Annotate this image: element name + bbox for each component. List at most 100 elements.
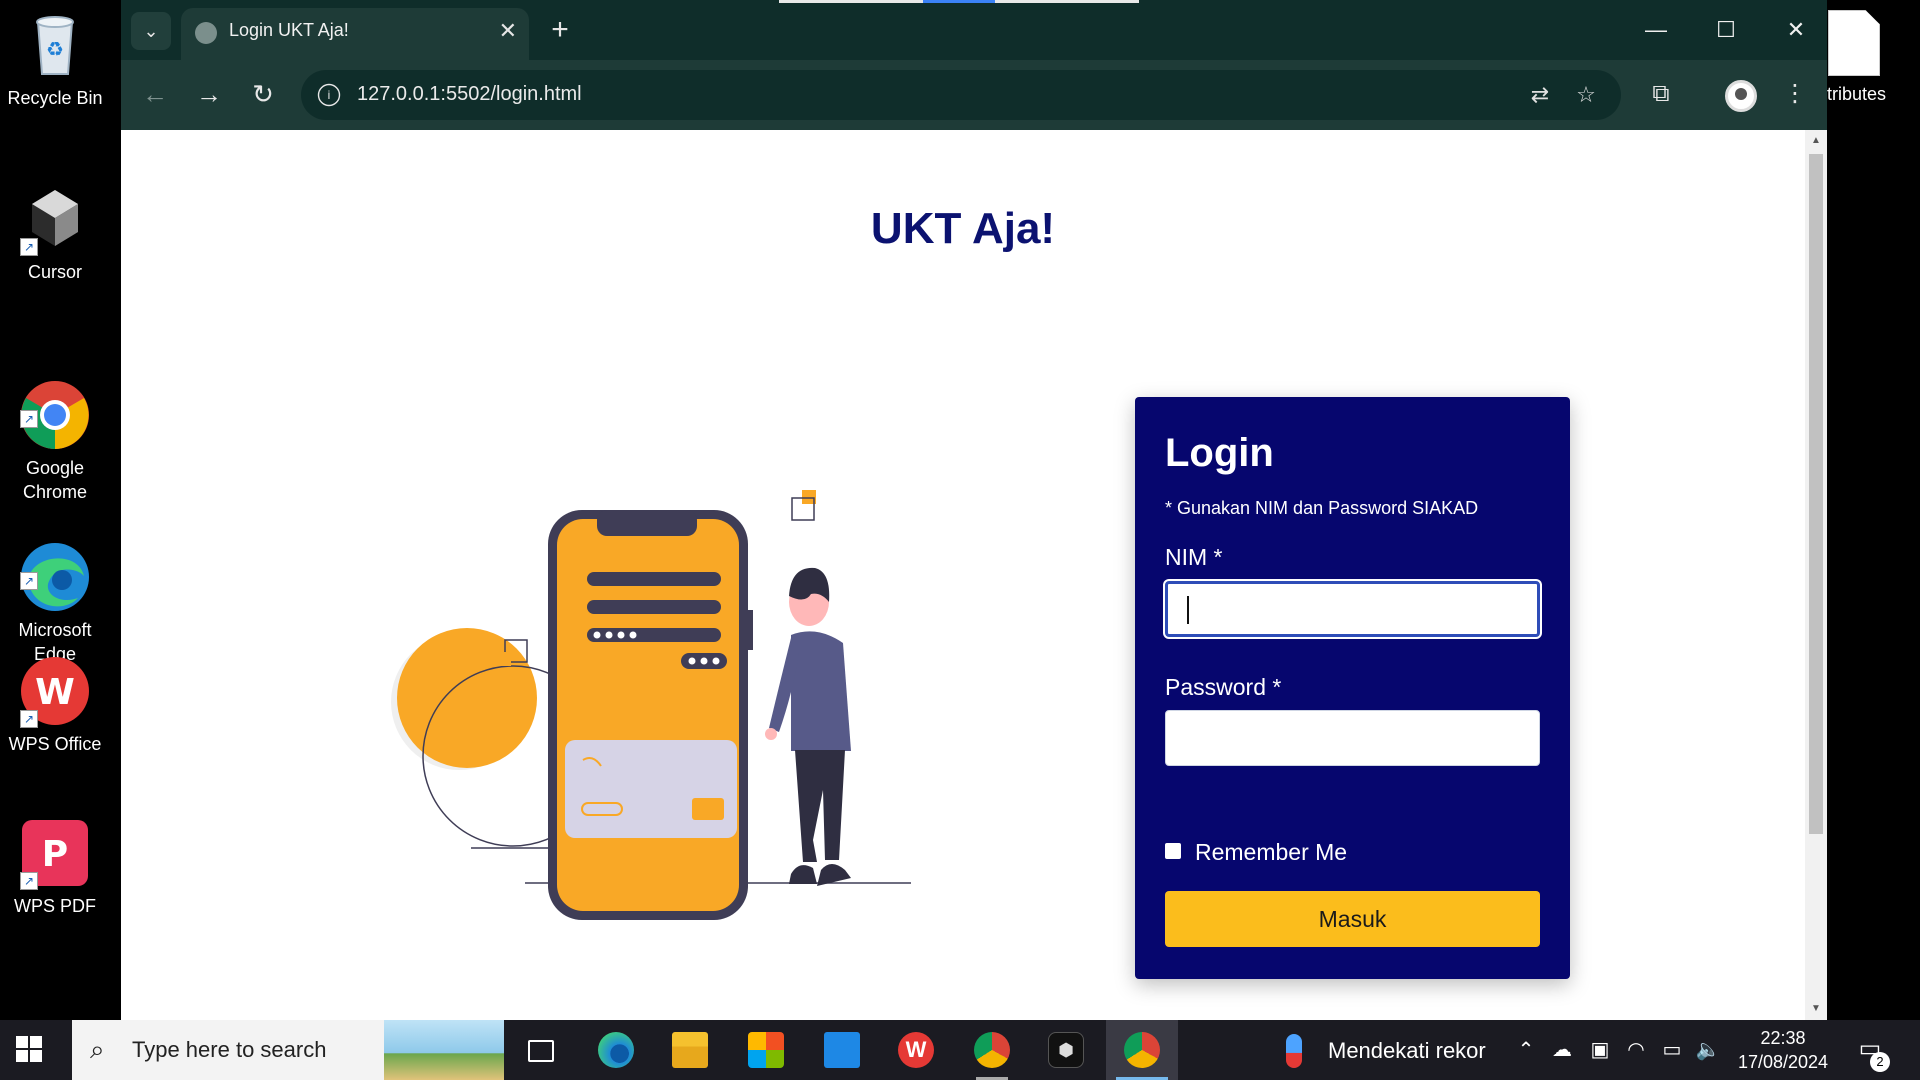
browser-window: ⌄ Login UKT Aja! ✕ + — ☐ ✕ ← → ↻ i 127.0… xyxy=(121,0,1827,1020)
shortcut-arrow-icon: ↗ xyxy=(20,872,38,890)
weather-text: Mendekati rekor xyxy=(1328,1038,1486,1063)
desktop-file-label: ttributes xyxy=(1822,84,1887,104)
back-button[interactable]: ← xyxy=(135,74,175,114)
windows-start-icon[interactable] xyxy=(16,1036,42,1062)
cursor-app-icon: ⬢ xyxy=(1048,1032,1084,1068)
desktop-icon-cursor[interactable]: ↗ Cursor xyxy=(0,182,110,284)
shortcut-arrow-icon: ↗ xyxy=(20,710,38,728)
chrome-icon xyxy=(974,1032,1010,1068)
desktop-icon-label: WPS Office xyxy=(8,734,102,754)
edge-icon: ↗ xyxy=(18,516,92,611)
meet-now-icon[interactable]: ▣ xyxy=(1586,1036,1614,1064)
tab-login-ukt-aja[interactable]: Login UKT Aja! ✕ xyxy=(181,8,529,60)
desktop-icon-label: Recycle Bin xyxy=(7,88,103,108)
page-title: UKT Aja! xyxy=(870,204,1056,253)
translate-icon[interactable]: ⇄ xyxy=(1525,80,1555,110)
bookmark-star-icon[interactable]: ☆ xyxy=(1571,80,1601,110)
scroll-up-icon[interactable]: ▲ xyxy=(1809,134,1823,148)
edge-icon xyxy=(598,1032,634,1068)
cursor-app-icon: ↗ xyxy=(18,182,92,256)
shortcut-arrow-icon: ↗ xyxy=(20,410,38,428)
wps-pdf-icon: P ↗ xyxy=(18,816,92,890)
battery-icon[interactable]: ▭ xyxy=(1658,1036,1686,1064)
taskbar-cursor[interactable]: ⬢ xyxy=(1030,1020,1102,1080)
taskbar-chrome[interactable] xyxy=(1106,1020,1178,1080)
page-scrollbar[interactable]: ▲ ▼ xyxy=(1805,130,1827,1020)
wifi-icon[interactable]: ◠ xyxy=(1622,1036,1650,1064)
nim-input[interactable] xyxy=(1165,581,1540,637)
shortcut-arrow-icon: ↗ xyxy=(20,572,38,590)
desktop-icon-wps-office[interactable]: W ↗ WPS Office xyxy=(0,654,110,756)
reload-button[interactable]: ↻ xyxy=(243,74,283,114)
address-bar[interactable]: i 127.0.0.1:5502/login.html ⇄ ☆ xyxy=(301,70,1621,120)
chrome-icon xyxy=(1124,1032,1160,1068)
taskbar-chrome-profile[interactable] xyxy=(956,1020,1028,1080)
browser-menu-icon[interactable]: ⋮ xyxy=(1775,74,1815,114)
taskbar-file-explorer[interactable] xyxy=(654,1020,726,1080)
desktop-icon-wps-pdf[interactable]: P ↗ WPS PDF xyxy=(0,816,110,918)
remember-me-label[interactable]: Remember Me xyxy=(1195,839,1347,866)
profile-avatar[interactable] xyxy=(1725,80,1757,112)
wps-office-icon: W xyxy=(898,1032,934,1068)
remember-me-checkbox[interactable] xyxy=(1165,843,1181,859)
taskbar-microsoft-store[interactable] xyxy=(730,1020,802,1080)
new-tab-button[interactable]: + xyxy=(541,12,579,50)
masuk-button[interactable]: Masuk xyxy=(1165,891,1540,947)
chevron-up-icon[interactable]: ⌃ xyxy=(1512,1036,1540,1064)
shortcut-arrow-icon: ↗ xyxy=(20,238,38,256)
notification-center-button[interactable]: ▭ 2 xyxy=(1852,1034,1890,1072)
volume-icon[interactable]: 🔈 xyxy=(1694,1036,1722,1064)
page-viewport: UKT Aja! Login * Gunakan NIM dan Passwor… xyxy=(121,130,1805,1020)
login-note: * Gunakan NIM dan Password SIAKAD xyxy=(1165,498,1479,518)
recycle-bin-icon: ♻ xyxy=(18,8,92,82)
extensions-icon[interactable]: ⧉ xyxy=(1641,74,1681,114)
login-illustration xyxy=(351,470,911,940)
browser-toolbar: ← → ↻ i 127.0.0.1:5502/login.html ⇄ ☆ ⧉ … xyxy=(121,60,1827,130)
tab-search-button[interactable]: ⌄ xyxy=(131,12,171,50)
password-label: Password * xyxy=(1165,674,1282,700)
maximize-button[interactable]: ☐ xyxy=(1696,10,1756,50)
store-icon xyxy=(748,1032,784,1068)
login-card: Login * Gunakan NIM dan Password SIAKAD … xyxy=(1135,397,1570,979)
loading-bar xyxy=(995,0,1139,3)
notification-count-badge: 2 xyxy=(1870,1052,1890,1072)
tab-bar: ⌄ Login UKT Aja! ✕ + — ☐ ✕ xyxy=(121,0,1827,60)
scroll-down-icon[interactable]: ▼ xyxy=(1809,1002,1823,1016)
taskbar-edge[interactable] xyxy=(580,1020,652,1080)
site-info-icon[interactable]: i xyxy=(317,83,341,107)
svg-text:W: W xyxy=(35,672,75,713)
chrome-icon: ↗ xyxy=(18,354,92,449)
mail-icon xyxy=(824,1032,860,1068)
globe-icon xyxy=(195,22,217,44)
search-highlight-image xyxy=(384,1020,504,1080)
clock-time: 22:38 xyxy=(1760,1028,1806,1048)
minimize-button[interactable]: — xyxy=(1626,10,1686,50)
file-icon[interactable] xyxy=(1828,10,1880,76)
close-tab-icon[interactable]: ✕ xyxy=(499,18,517,44)
taskbar: ⌕ Type here to search W ⬢ Mendekati reko… xyxy=(0,1020,1920,1080)
tab-title: Login UKT Aja! xyxy=(229,20,349,40)
search-placeholder: Type here to search xyxy=(132,1037,327,1062)
desktop-icon-label: WPS PDF xyxy=(13,896,96,916)
desktop-icon-label: Cursor xyxy=(27,262,82,282)
text-caret xyxy=(1187,596,1189,624)
password-input[interactable] xyxy=(1165,710,1540,766)
clock-date: 17/08/2024 xyxy=(1737,1052,1829,1072)
loading-bar xyxy=(779,0,923,3)
wps-office-icon: W ↗ xyxy=(18,654,92,728)
task-view-button[interactable] xyxy=(504,1020,576,1080)
taskbar-search-box[interactable]: ⌕ Type here to search xyxy=(72,1020,504,1080)
taskbar-mail[interactable] xyxy=(806,1020,878,1080)
task-view-icon xyxy=(528,1040,554,1062)
taskbar-wps-office[interactable]: W xyxy=(880,1020,952,1080)
folder-icon xyxy=(672,1032,708,1068)
nim-label: NIM * xyxy=(1165,544,1223,570)
onedrive-icon[interactable]: ☁ xyxy=(1548,1036,1576,1064)
forward-button[interactable]: → xyxy=(189,74,229,114)
svg-text:P: P xyxy=(42,834,68,875)
taskbar-clock[interactable]: 22:38 17/08/2024 xyxy=(1728,1026,1838,1074)
url-text[interactable]: 127.0.0.1:5502/login.html xyxy=(357,83,582,106)
desktop-icon-recycle-bin[interactable]: ♻ Recycle Bin xyxy=(0,8,110,110)
close-window-button[interactable]: ✕ xyxy=(1766,10,1826,50)
scrollbar-thumb[interactable] xyxy=(1809,154,1823,834)
